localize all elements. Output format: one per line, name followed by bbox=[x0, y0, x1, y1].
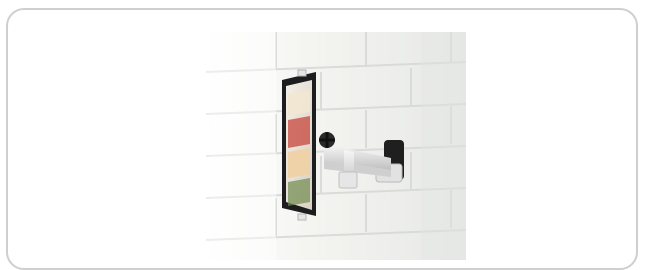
tablet-wall-mount-icon bbox=[206, 32, 466, 260]
adjustment-knob bbox=[319, 132, 335, 148]
image-card bbox=[6, 8, 638, 270]
product-photo bbox=[206, 32, 466, 260]
tablet-device bbox=[282, 69, 316, 221]
